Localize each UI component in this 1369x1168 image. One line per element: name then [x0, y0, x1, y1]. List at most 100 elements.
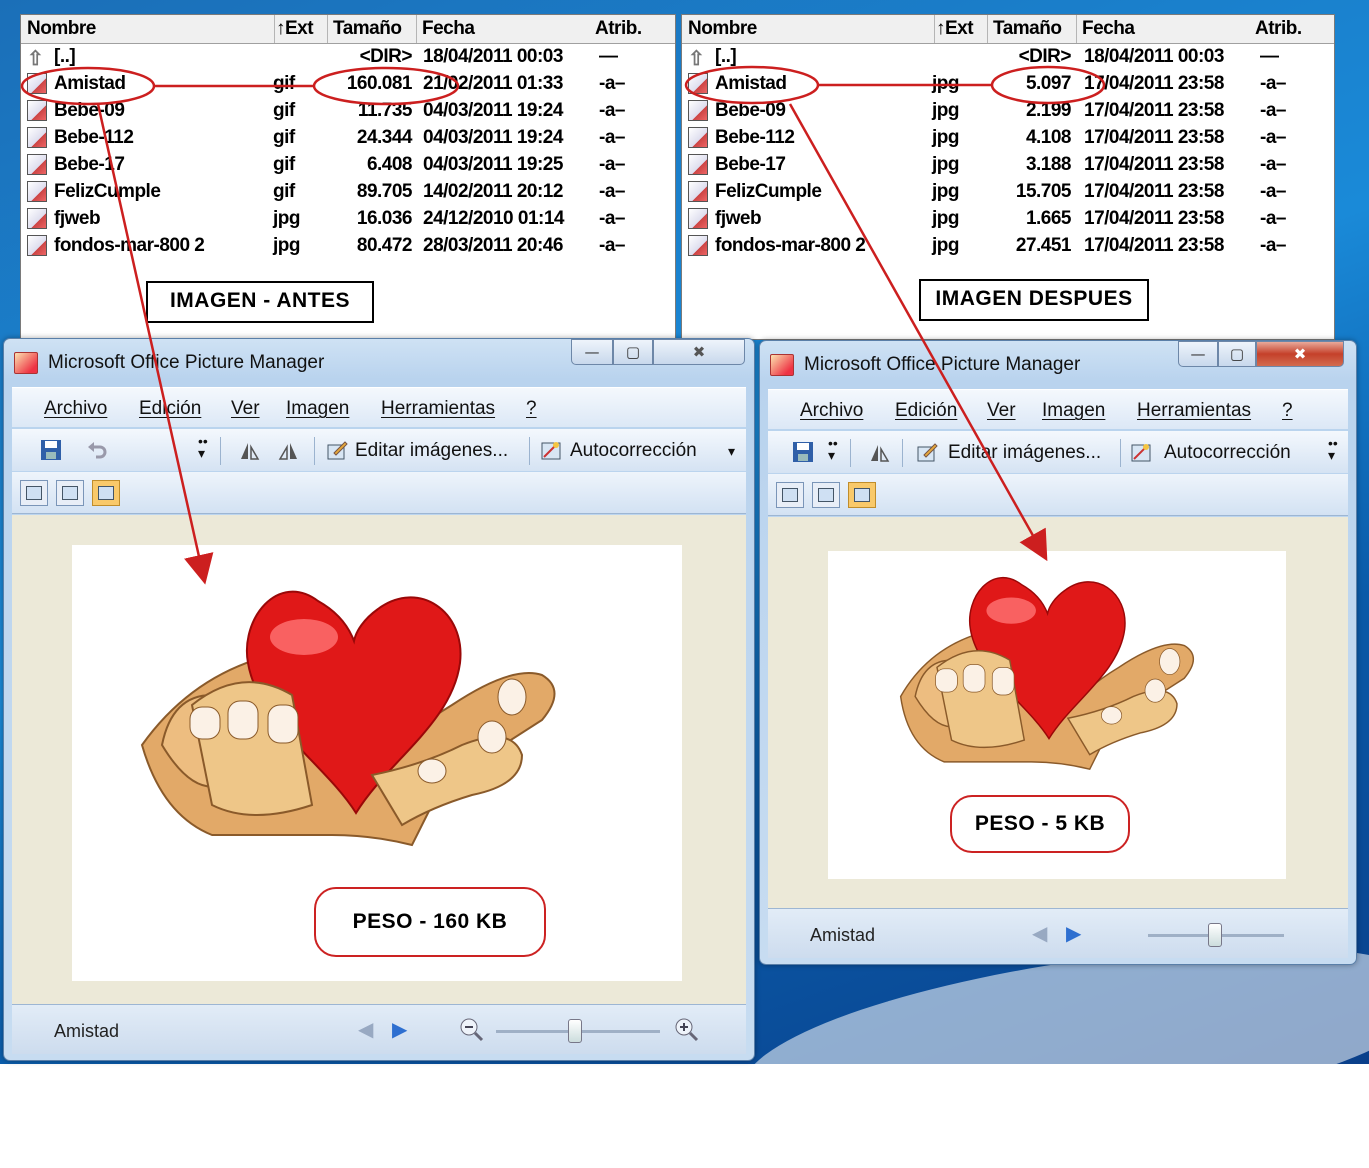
rotate-right-icon[interactable] [278, 439, 300, 461]
file-row[interactable]: FelizCumple gif 89.705 14/02/2011 20:12 -a– [21, 179, 675, 206]
file-row[interactable]: FelizCumple jpg 15.705 17/04/2011 23:58 -a– [682, 179, 1334, 206]
autocorrect-button[interactable]: Autocorrección [570, 440, 697, 462]
file-panel-after[interactable]: Nombre ↑Ext Tamaño Fecha Atrib. ⇧ [..] <DI… [681, 14, 1335, 340]
file-row[interactable]: fondos-mar-800 2 jpg 80.472 28/03/2011 20:4… [21, 233, 675, 260]
menu-archivo[interactable]: Archivo [800, 400, 863, 422]
close-icon: ✖ [1293, 345, 1307, 363]
toolbar-overflow-icon[interactable]: •• ▾ [198, 434, 208, 460]
parent-folder-row[interactable]: ⇧ [..] <DIR> 18/04/2011 00:03 — [682, 44, 1334, 71]
zoom-slider-thumb[interactable] [568, 1019, 582, 1043]
menu-archivo[interactable]: Archivo [44, 398, 107, 420]
file-row[interactable]: Bebe-09 jpg 2.199 17/04/2011 23:58 -a– [682, 98, 1334, 125]
menu-herramientas[interactable]: Herramientas [1137, 400, 1251, 422]
rotate-left-icon[interactable] [868, 441, 890, 463]
zoom-slider-thumb[interactable] [1208, 923, 1222, 947]
picture-canvas: PESO - 160 KB [12, 515, 746, 1005]
toolbar-overflow-icon[interactable]: •• ▾ [828, 436, 838, 462]
file-attr: -a– [1260, 73, 1286, 94]
edit-pictures-button[interactable]: Editar imágenes... [948, 442, 1101, 464]
rotate-left-icon[interactable] [238, 439, 260, 461]
menu-edicion[interactable]: Edición [139, 398, 201, 420]
column-header-attr[interactable]: Atrib. [595, 18, 642, 40]
column-header-ext[interactable]: ↑Ext [276, 18, 314, 40]
title-bar[interactable]: Microsoft Office Picture Manager — ▢ ✖ [4, 339, 754, 385]
autocorrect-icon[interactable] [540, 439, 562, 461]
autocorrect-button[interactable]: Autocorrección [1164, 442, 1291, 464]
file-row[interactable]: Bebe-112 jpg 4.108 17/04/2011 23:58 -a– [682, 125, 1334, 152]
next-picture-icon[interactable]: ▶ [392, 1017, 407, 1041]
zoom-out-icon[interactable] [459, 1017, 485, 1043]
file-row[interactable]: Amistad jpg 5.097 17/04/2011 23:58 -a– [682, 71, 1334, 98]
title-bar[interactable]: Microsoft Office Picture Manager — ▢ ✖ [760, 341, 1356, 387]
heart-in-hands-image [899, 577, 1195, 771]
file-row[interactable]: Bebe-112 gif 24.344 04/03/2011 19:24 -a– [21, 125, 675, 152]
close-button[interactable]: ✖ [653, 339, 745, 365]
file-row[interactable]: fjweb jpg 1.665 17/04/2011 23:58 -a– [682, 206, 1334, 233]
single-picture-view-button[interactable] [848, 482, 876, 508]
file-row[interactable]: Bebe-17 gif 6.408 04/03/2011 19:25 -a– [21, 152, 675, 179]
column-header-ext[interactable]: ↑Ext [936, 18, 974, 40]
menu-imagen[interactable]: Imagen [1042, 400, 1105, 422]
column-header-attr[interactable]: Atrib. [1255, 18, 1302, 40]
file-size: 6.408 [366, 154, 413, 175]
file-row[interactable]: fjweb jpg 16.036 24/12/2010 01:14 -a– [21, 206, 675, 233]
autocorrect-icon[interactable] [1130, 441, 1152, 463]
zoom-in-icon[interactable] [674, 1017, 700, 1043]
save-icon[interactable] [792, 441, 814, 463]
file-row[interactable]: Amistad gif 160.081 21/02/2011 01:33 -a– [21, 71, 675, 98]
previous-picture-icon[interactable]: ◀ [358, 1017, 373, 1041]
edit-pictures-button[interactable]: Editar imágenes... [355, 440, 508, 462]
next-picture-icon[interactable]: ▶ [1066, 921, 1081, 945]
save-icon[interactable] [40, 439, 62, 461]
file-row[interactable]: Bebe-09 gif 11.735 04/03/2011 19:24 -a– [21, 98, 675, 125]
picture-manager-window-before[interactable]: Microsoft Office Picture Manager — ▢ ✖ A… [3, 338, 755, 1061]
menu-help[interactable]: ? [526, 398, 537, 420]
file-ext: jpg [932, 208, 960, 229]
window-title: Microsoft Office Picture Manager [804, 354, 1081, 375]
column-header-size[interactable]: Tamaño [333, 18, 402, 40]
column-header-date[interactable]: Fecha [422, 18, 475, 40]
menu-ver[interactable]: Ver [231, 398, 260, 420]
menu-edicion[interactable]: Edición [895, 400, 957, 422]
status-bar: Amistad ◀ ▶ [768, 908, 1348, 958]
minimize-icon: — [1190, 345, 1206, 363]
single-picture-view-button[interactable] [92, 480, 120, 506]
image-file-icon [688, 127, 708, 148]
maximize-button[interactable]: ▢ [1218, 341, 1256, 367]
toolbar-chevron-icon[interactable]: ▾ [728, 443, 735, 460]
file-row[interactable]: Bebe-17 jpg 3.188 17/04/2011 23:58 -a– [682, 152, 1334, 179]
file-name: [..] [54, 46, 76, 67]
menu-imagen[interactable]: Imagen [286, 398, 349, 420]
column-header-date[interactable]: Fecha [1082, 18, 1135, 40]
close-button[interactable]: ✖ [1256, 341, 1344, 367]
file-size: 1.665 [1025, 208, 1072, 229]
column-header-name[interactable]: Nombre [27, 18, 96, 40]
column-header-size[interactable]: Tamaño [993, 18, 1062, 40]
file-name: Bebe-17 [715, 154, 786, 175]
menu-herramientas[interactable]: Herramientas [381, 398, 495, 420]
file-name: [..] [715, 46, 737, 67]
filmstrip-view-button[interactable] [812, 482, 840, 508]
minimize-button[interactable]: — [1178, 341, 1218, 367]
filmstrip-view-button[interactable] [56, 480, 84, 506]
file-size: 11.735 [357, 100, 413, 121]
file-panel-before[interactable]: Nombre ↑Ext Tamaño Fecha Atrib. ⇧ [..] <DI… [20, 14, 676, 340]
menu-help[interactable]: ? [1282, 400, 1293, 422]
image-file-icon [27, 235, 47, 256]
minimize-button[interactable]: — [571, 339, 613, 365]
edit-pictures-icon[interactable] [326, 439, 348, 461]
thumbnail-view-button[interactable] [20, 480, 48, 506]
undo-icon[interactable] [86, 439, 108, 461]
edit-pictures-icon[interactable] [916, 441, 938, 463]
menu-ver[interactable]: Ver [987, 400, 1016, 422]
file-row[interactable]: fondos-mar-800 2 jpg 27.451 17/04/2011 23:5… [682, 233, 1334, 260]
previous-picture-icon[interactable]: ◀ [1032, 921, 1047, 945]
toolbar-chevron-icon[interactable]: •• ▾ [1328, 436, 1338, 462]
file-ext: jpg [932, 100, 960, 121]
parent-folder-row[interactable]: ⇧ [..] <DIR> 18/04/2011 00:03 — [21, 44, 675, 71]
column-header-name[interactable]: Nombre [688, 18, 757, 40]
file-name: Amistad [715, 73, 787, 94]
maximize-button[interactable]: ▢ [613, 339, 653, 365]
thumbnail-view-button[interactable] [776, 482, 804, 508]
picture-manager-window-after[interactable]: Microsoft Office Picture Manager — ▢ ✖ A… [759, 340, 1357, 965]
